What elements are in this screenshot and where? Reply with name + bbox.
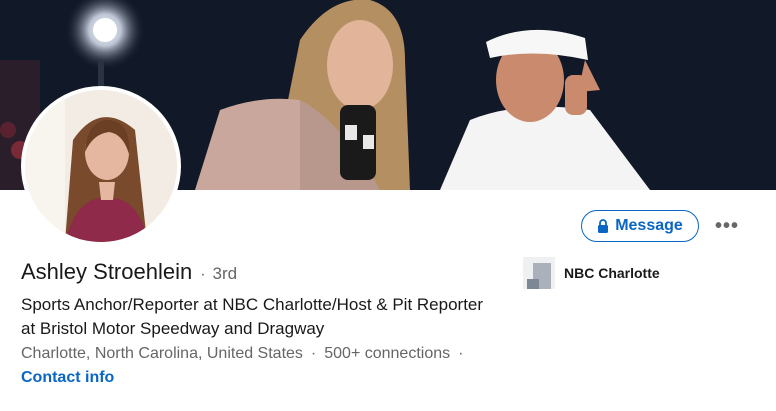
name-row: Ashley Stroehlein · 3rd xyxy=(21,259,237,285)
separator-dot: · xyxy=(200,266,206,283)
avatar[interactable] xyxy=(21,86,181,246)
current-company[interactable]: NBC Charlotte xyxy=(523,257,660,289)
message-button[interactable]: Message xyxy=(581,210,699,242)
avatar-photo xyxy=(25,90,177,242)
company-name: NBC Charlotte xyxy=(564,265,660,281)
more-actions-button[interactable]: ••• xyxy=(712,212,742,240)
profile-name: Ashley Stroehlein xyxy=(21,259,193,284)
meta-row: Charlotte, North Carolina, United States… xyxy=(21,345,471,363)
contact-info-link[interactable]: Contact info xyxy=(21,369,114,387)
company-logo xyxy=(523,257,555,289)
connection-degree: 3rd xyxy=(212,264,238,283)
lock-icon xyxy=(598,219,609,233)
location: Charlotte, North Carolina, United States xyxy=(21,345,303,362)
message-label: Message xyxy=(615,217,683,234)
profile-card: Message ••• Ashley Stroehlein · 3rd Spor… xyxy=(0,0,776,411)
separator-dot: · xyxy=(310,345,317,362)
more-horizontal-icon: ••• xyxy=(714,215,739,237)
connections-count[interactable]: 500+ connections xyxy=(324,345,450,363)
separator-dot: · xyxy=(458,345,464,362)
profile-headline: Sports Anchor/Reporter at NBC Charlotte/… xyxy=(21,295,484,338)
